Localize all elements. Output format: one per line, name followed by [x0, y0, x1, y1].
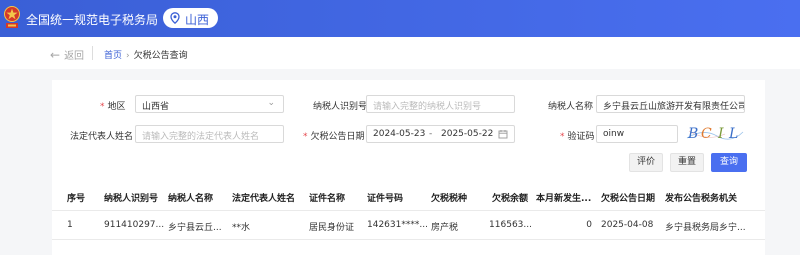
captcha-label: * 验证码 [560, 132, 595, 142]
breadcrumb-current: 欠税公告查询 [133, 51, 188, 61]
calendar-icon [498, 130, 508, 139]
breadcrumb-home-link[interactable]: 首页 [104, 51, 122, 61]
column-header-legal-rep: 法定代表人姓名 [232, 194, 296, 204]
column-header-tax-balance: 欠税余额 [492, 194, 529, 204]
table-cell: 房产税 [431, 223, 459, 233]
location-pin-icon [170, 12, 180, 24]
captcha-image[interactable]: B C I L [685, 126, 745, 144]
results-table-header: 序号 纳税人识别号 纳税人名称 法定代表人姓名 证件名称 证件号码 欠税税种 欠… [52, 182, 765, 211]
chevron-down-icon: ⌄ [267, 98, 275, 108]
table-cell: 2025-04-08 [601, 220, 654, 230]
table-cell: 142631****... [367, 220, 428, 230]
region-label: 山西 [185, 13, 210, 27]
captcha-value: oinw [603, 129, 625, 139]
tax-emblem-icon [4, 6, 20, 28]
date-range-separator: - [429, 129, 433, 139]
date-start: 2024-05-23 [373, 129, 426, 139]
legal-rep-input[interactable]: 请输入完整的法定代表人姓名 [135, 125, 284, 143]
column-header-announce-date: 欠税公告日期 [601, 194, 656, 204]
region-select[interactable]: 山西省 ⌄ [135, 95, 284, 113]
region-switch-button[interactable]: 山西 [163, 8, 218, 28]
taxpayer-name-input[interactable]: 乡宁县云丘山旅游开发有限责任公司 [596, 95, 745, 113]
taxpayer-name-label: 纳税人名称 [548, 102, 594, 112]
column-header-taxpayer-name: 纳税人名称 [168, 194, 214, 204]
column-header-id-type: 证件名称 [309, 194, 346, 204]
legal-rep-label: 法定代表人姓名 [70, 132, 134, 142]
evaluate-button[interactable]: 评价 [629, 153, 663, 172]
top-header-bar: 全国统一规范电子税务局 山西 [0, 0, 800, 37]
column-header-new-this-month: 本月新发生... [536, 194, 592, 204]
table-cell: 1 [67, 220, 73, 230]
captcha-input[interactable]: oinw [596, 125, 678, 143]
back-button[interactable]: ← 返回 [50, 47, 84, 62]
region-field-label: * 地区 [100, 102, 126, 112]
legal-rep-placeholder: 请输入完整的法定代表人姓名 [142, 132, 260, 142]
date-end: 2025-05-22 [441, 129, 494, 139]
back-arrow-icon: ← [50, 48, 61, 62]
query-button[interactable]: 查询 [711, 153, 747, 172]
captcha-char: I [718, 126, 724, 142]
table-cell: 乡宁县云丘... [168, 223, 222, 233]
table-row[interactable]: 1 911410297... 乡宁县云丘... **水 居民身份证 142631… [52, 211, 765, 240]
back-label: 返回 [64, 51, 85, 62]
table-cell: 居民身份证 [309, 223, 355, 233]
table-cell: 116563... [489, 220, 532, 230]
taxpayer-id-label: 纳税人识别号 [313, 102, 368, 112]
breadcrumb: 首页 › 欠税公告查询 [104, 48, 188, 61]
region-select-value: 山西省 [142, 102, 170, 112]
column-header-taxpayer-id: 纳税人识别号 [104, 194, 159, 204]
reset-button[interactable]: 重置 [670, 153, 704, 172]
captcha-char: C [701, 126, 712, 142]
nav-bar: ← 返回 首页 › 欠税公告查询 [0, 37, 800, 69]
table-cell: 0 [586, 220, 592, 230]
table-cell: 911410297... [104, 220, 165, 230]
nav-divider [92, 46, 93, 60]
announce-date-range-picker[interactable]: 2024-05-23 - 2025-05-22 [366, 125, 515, 143]
column-header-seq: 序号 [67, 194, 86, 204]
column-header-issuing-authority: 发布公告税务机关 [665, 194, 738, 204]
taxpayer-id-placeholder: 请输入完整的纳税人识别号 [373, 102, 482, 112]
taxpayer-name-value: 乡宁县云丘山旅游开发有限责任公司 [603, 102, 745, 112]
column-header-tax-type: 欠税税种 [431, 194, 468, 204]
captcha-char: B [688, 126, 699, 142]
table-cell: **水 [232, 223, 251, 233]
table-cell: 乡宁县税务局乡宁... [665, 223, 746, 233]
breadcrumb-separator: › [126, 51, 130, 61]
column-header-id-number: 证件号码 [367, 194, 404, 204]
announce-date-label: * 欠税公告日期 [303, 132, 365, 142]
app-title: 全国统一规范电子税务局 [26, 13, 159, 27]
taxpayer-id-input[interactable]: 请输入完整的纳税人识别号 [366, 95, 515, 113]
captcha-char: L [729, 126, 739, 142]
